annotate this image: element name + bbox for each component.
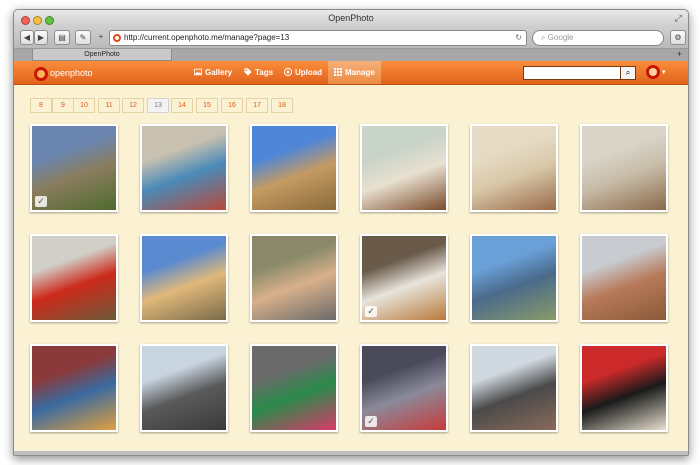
photo-thumbnail-crowd[interactable] bbox=[470, 344, 558, 432]
photo-thumbnail-guard-march[interactable] bbox=[360, 124, 448, 212]
chevron-down-icon: ▾ bbox=[661, 69, 666, 76]
nav-upload-label: Upload bbox=[295, 68, 323, 77]
photo-thumbnail-parliament[interactable] bbox=[140, 234, 228, 322]
photo-thumbnail-guard-portrait[interactable] bbox=[30, 234, 118, 322]
zoom-window-icon[interactable] bbox=[45, 16, 54, 25]
page-link-8[interactable]: 8 bbox=[30, 98, 52, 113]
browser-statusbar bbox=[14, 451, 688, 455]
site-logo[interactable]: openphoto bbox=[34, 65, 93, 81]
search-icon: ⌕ bbox=[541, 33, 548, 42]
user-menu[interactable]: ▾ bbox=[646, 65, 672, 81]
nav-gallery[interactable]: Gallery bbox=[188, 61, 238, 84]
add-bookmark-icon[interactable]: + bbox=[95, 30, 107, 45]
grid-icon bbox=[334, 68, 342, 76]
url-text: http://current.openphoto.me/manage?page=… bbox=[124, 33, 290, 42]
photo-thumbnail-coffee-cup[interactable]: ✓ bbox=[360, 234, 448, 322]
bookmark-button[interactable]: ✎ bbox=[75, 30, 91, 45]
photo-thumbnail-clothes-rack[interactable]: ✓ bbox=[360, 344, 448, 432]
page-link-16[interactable]: 16 bbox=[221, 98, 243, 113]
reload-icon[interactable]: ↻ bbox=[515, 31, 522, 45]
photo-thumbnail-woman-portrait[interactable] bbox=[250, 234, 338, 322]
photo-thumbnail-caps[interactable] bbox=[580, 344, 668, 432]
photo-thumbnail-mountains[interactable] bbox=[470, 234, 558, 322]
logo-ring-icon bbox=[34, 66, 48, 81]
page-link-15[interactable]: 15 bbox=[196, 98, 218, 113]
page-link-11[interactable]: 11 bbox=[98, 98, 120, 113]
page-link-17[interactable]: 17 bbox=[246, 98, 268, 113]
photo-thumbnail-stone-ruins[interactable]: ✓ bbox=[30, 124, 118, 212]
photo-thumbnail-bag-shop[interactable] bbox=[30, 344, 118, 432]
window-titlebar[interactable]: OpenPhoto ⤢ bbox=[14, 10, 688, 27]
browser-search-field[interactable]: ⌕ Google bbox=[532, 30, 664, 46]
nav-tags-label: Tags bbox=[255, 68, 274, 77]
settings-gear-icon[interactable]: ⚙ bbox=[670, 30, 686, 45]
nav-manage-label: Manage bbox=[345, 68, 375, 77]
nav-tags[interactable]: Tags bbox=[238, 61, 279, 84]
logo-text: openphoto bbox=[50, 68, 93, 78]
photo-thumbnail-street[interactable] bbox=[140, 344, 228, 432]
nav-gallery-label: Gallery bbox=[205, 68, 233, 77]
site-favicon-icon bbox=[113, 34, 121, 42]
photo-thumbnail-guards-wall[interactable] bbox=[580, 124, 668, 212]
browser-window: OpenPhoto ⤢ ◀ ▶ ▤ ✎ + http://current.ope… bbox=[13, 9, 689, 456]
selected-check-icon[interactable]: ✓ bbox=[365, 416, 377, 427]
photo-thumbnail-guards-pair[interactable] bbox=[470, 124, 558, 212]
nav-upload[interactable]: Upload bbox=[278, 61, 328, 84]
page-link-18[interactable]: 18 bbox=[271, 98, 293, 113]
tab-overview-button[interactable]: ▤ bbox=[54, 30, 70, 45]
photo-thumbnail-parthenon[interactable] bbox=[250, 124, 338, 212]
selected-check-icon[interactable]: ✓ bbox=[35, 196, 47, 207]
minimize-window-icon[interactable] bbox=[33, 16, 42, 25]
page-link-13-current: 13 bbox=[147, 98, 169, 113]
photo-thumbnail-scarves[interactable] bbox=[250, 344, 338, 432]
photo-thumbnail-city-view[interactable] bbox=[580, 234, 668, 322]
upload-icon bbox=[284, 68, 292, 76]
site-navbar: openphoto Gallery Tags Upload Manage ⌕ ▾ bbox=[14, 61, 688, 85]
page-link-14[interactable]: 14 bbox=[171, 98, 193, 113]
user-avatar-icon bbox=[646, 65, 660, 80]
fullscreen-icon[interactable]: ⤢ bbox=[675, 10, 682, 27]
site-search-input[interactable] bbox=[523, 66, 621, 80]
close-window-icon[interactable] bbox=[21, 16, 30, 25]
nav-manage[interactable]: Manage bbox=[328, 61, 381, 84]
forward-button[interactable]: ▶ bbox=[34, 30, 48, 45]
page-link-10[interactable]: 10 bbox=[73, 98, 95, 113]
window-title: OpenPhoto bbox=[328, 13, 374, 23]
new-tab-button[interactable]: + bbox=[677, 49, 682, 60]
back-button[interactable]: ◀ bbox=[20, 30, 34, 45]
tab-bar: OpenPhoto + bbox=[14, 49, 688, 61]
tab-openphoto[interactable]: OpenPhoto bbox=[32, 49, 172, 61]
tag-icon bbox=[244, 68, 252, 76]
page-link-9[interactable]: 9 bbox=[52, 98, 74, 113]
site-search-button[interactable]: ⌕ bbox=[621, 66, 636, 80]
browser-search-placeholder: Google bbox=[547, 33, 574, 42]
photo-thumbnail-market-stall[interactable] bbox=[140, 124, 228, 212]
image-icon bbox=[194, 68, 202, 76]
selected-check-icon[interactable]: ✓ bbox=[365, 306, 377, 317]
address-bar[interactable]: http://current.openphoto.me/manage?page=… bbox=[109, 30, 527, 46]
browser-toolbar: ◀ ▶ ▤ ✎ + http://current.openphoto.me/ma… bbox=[14, 27, 688, 49]
page-link-12[interactable]: 12 bbox=[122, 98, 144, 113]
web-page: openphoto Gallery Tags Upload Manage ⌕ ▾… bbox=[14, 61, 688, 455]
